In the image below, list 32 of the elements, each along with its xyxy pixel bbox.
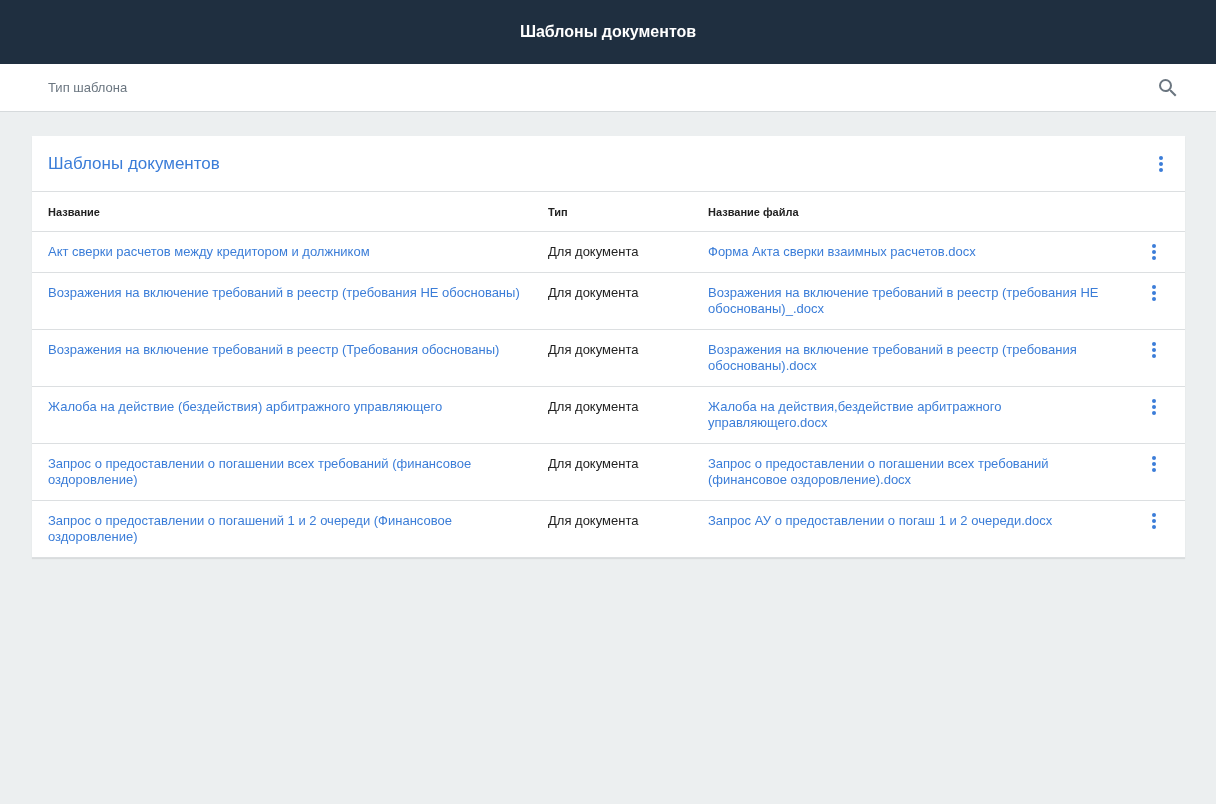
more-vertical-icon[interactable] [1151, 513, 1156, 529]
file-name-link[interactable]: Возражения на включение требований в реестр (требования обоснованы).docx [708, 330, 1122, 386]
more-vertical-icon[interactable] [1151, 342, 1156, 358]
card-title: Шаблоны документов [48, 153, 220, 174]
table-cell-text: Для документа [548, 243, 640, 261]
table-cell-text: Для документа [548, 512, 640, 530]
template-name-link[interactable]: Возражения на включение требований в реестр (Требования обоснованы) [48, 330, 533, 370]
search-input[interactable]: Тип шаблона [48, 80, 1156, 95]
file-name-link[interactable]: Запрос о предоставлении о погашении всех требований (финансовое оздоровление).docx [708, 444, 1122, 500]
file-name-link[interactable]: Запрос АУ о предоставлении о погаш 1 и 2 очереди.docx [708, 501, 1122, 541]
page-title: Шаблоны документов [519, 23, 697, 41]
more-vertical-icon[interactable] [1151, 399, 1156, 415]
table-cell-text: Для документа [548, 455, 640, 473]
more-vertical-icon[interactable] [1151, 244, 1156, 260]
template-name-link[interactable]: Запрос о предоставлении о погашений 1 и 2 очереди (Финансовое оздоровление) [48, 501, 533, 557]
template-name-link[interactable]: Жалоба на действие (бездействия) арбитражного управляющего [48, 387, 533, 427]
table-cell-text: Для документа [548, 398, 640, 416]
more-vertical-icon[interactable] [1151, 285, 1156, 301]
template-name-link[interactable]: Запрос о предоставлении о погашении всех требований (финансовое оздоровление) [48, 444, 533, 500]
search-field[interactable]: Тип шаблона [0, 64, 1216, 112]
table-cell-text: Для документа [548, 284, 640, 302]
file-name-link[interactable]: Возражения на включение требований в реестр (требования НЕ обоснованы)_.docx [708, 273, 1122, 329]
file-name-link[interactable]: Жалоба на действия,бездействие арбитражного управляющего.docx [708, 387, 1122, 443]
more-vertical-icon[interactable] [1151, 456, 1156, 472]
column-header: Тип [548, 205, 569, 218]
template-name-link[interactable]: Возражения на включение требований в реестр (требования НЕ обоснованы) [48, 273, 533, 313]
column-header: Название [48, 205, 101, 218]
template-name-link[interactable]: Акт сверки расчетов между кредитором и должником [48, 232, 533, 272]
table-cell-text: Для документа [548, 341, 640, 359]
more-vertical-icon[interactable] [1159, 155, 1163, 172]
file-name-link[interactable]: Форма Акта сверки взаимных расчетов.docx [708, 232, 1122, 272]
column-header: Название файла [708, 205, 800, 218]
